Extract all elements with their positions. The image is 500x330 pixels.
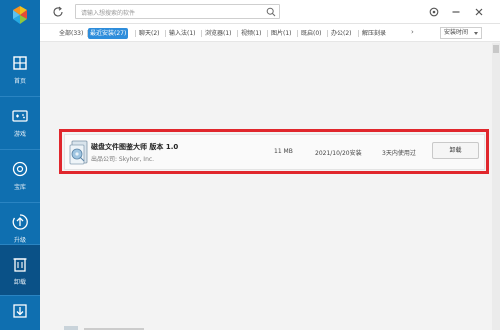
- gamepad-icon: [12, 110, 28, 122]
- download-icon: [13, 304, 27, 318]
- sidebar: 首页 游戏 宝库 升级 卸载: [0, 0, 40, 330]
- tab-office[interactable]: 办公(2): [329, 28, 354, 39]
- vault-icon: [12, 161, 28, 177]
- divider: [237, 30, 238, 37]
- app-list: [40, 43, 492, 330]
- divider: [297, 30, 298, 37]
- tab-video[interactable]: 视频(1): [239, 28, 264, 39]
- tab-all[interactable]: 全部(33): [57, 28, 85, 39]
- close-icon[interactable]: [473, 6, 485, 18]
- sidebar-item-label: 首页: [13, 78, 26, 85]
- sidebar-item-label: 升级: [13, 237, 26, 244]
- tab-input-method[interactable]: 输入法(1): [167, 28, 198, 39]
- chevron-right-icon[interactable]: ›: [411, 28, 414, 36]
- chevron-down-icon: [474, 32, 478, 35]
- sidebar-item-label: 宝库: [13, 184, 26, 191]
- search-input[interactable]: 请输入想搜索的软件: [75, 4, 280, 19]
- tab-chat[interactable]: 聊天(2): [137, 28, 162, 39]
- list-item: [64, 326, 144, 330]
- divider: [358, 30, 359, 37]
- tab-browser[interactable]: 浏览器(1): [203, 28, 234, 39]
- home-icon: [13, 56, 27, 70]
- sidebar-item-label: 游戏: [13, 131, 26, 138]
- sidebar-item-label: 卸载: [13, 279, 26, 286]
- tab-compress-burn[interactable]: 解压刻录: [360, 28, 388, 39]
- settings-icon[interactable]: [428, 6, 440, 18]
- sidebar-item-games[interactable]: 游戏: [0, 97, 40, 149]
- sidebar-item-uninstall[interactable]: 卸载: [0, 245, 40, 295]
- sort-select-value: 安装时间: [444, 29, 469, 36]
- app-logo-icon: [13, 6, 27, 24]
- tab-image[interactable]: 图片(1): [269, 28, 294, 39]
- divider: [327, 30, 328, 37]
- scrollbar[interactable]: [492, 43, 500, 330]
- minimize-icon[interactable]: [450, 6, 462, 18]
- divider: [267, 30, 268, 37]
- divider: [135, 30, 136, 37]
- search-placeholder: 请输入想搜索的软件: [81, 10, 136, 17]
- category-tabs: 全部(33) 最近安装(27) 聊天(2) 输入法(1) 浏览器(1) 视频(1…: [40, 24, 500, 42]
- divider: [165, 30, 166, 37]
- top-bar: 请输入想搜索的软件: [40, 0, 500, 24]
- sidebar-item-home[interactable]: 首页: [0, 44, 40, 96]
- highlight-box: [59, 129, 489, 174]
- scrollbar-thumb[interactable]: [493, 45, 499, 53]
- tab-recent[interactable]: 最近安装(27): [88, 28, 129, 39]
- search-icon[interactable]: [266, 7, 276, 17]
- sort-select[interactable]: 安装时间: [440, 27, 482, 39]
- sidebar-item-vault[interactable]: 宝库: [0, 150, 40, 202]
- trash-icon: [13, 258, 27, 272]
- tab-startup[interactable]: 既启(0): [299, 28, 324, 39]
- divider: [201, 30, 202, 37]
- sidebar-item-download[interactable]: [0, 296, 40, 330]
- upgrade-icon: [12, 214, 28, 230]
- refresh-icon[interactable]: [52, 6, 64, 18]
